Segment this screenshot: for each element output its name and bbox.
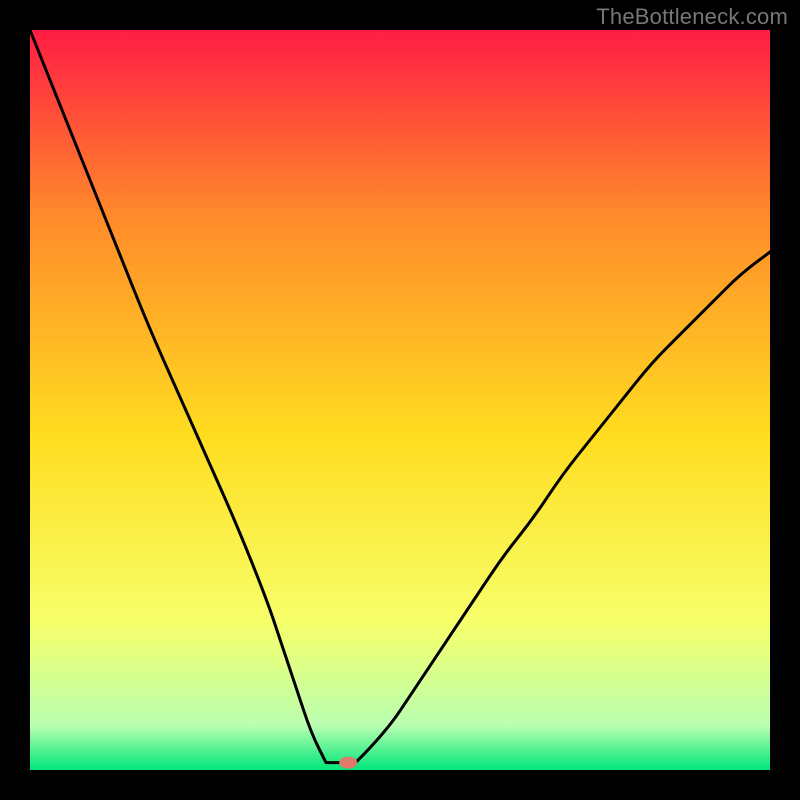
- gradient-background: [30, 30, 770, 770]
- watermark-text: TheBottleneck.com: [596, 4, 788, 30]
- optimal-point-marker: [339, 757, 357, 769]
- bottleneck-chart: [30, 30, 770, 770]
- chart-frame: TheBottleneck.com: [0, 0, 800, 800]
